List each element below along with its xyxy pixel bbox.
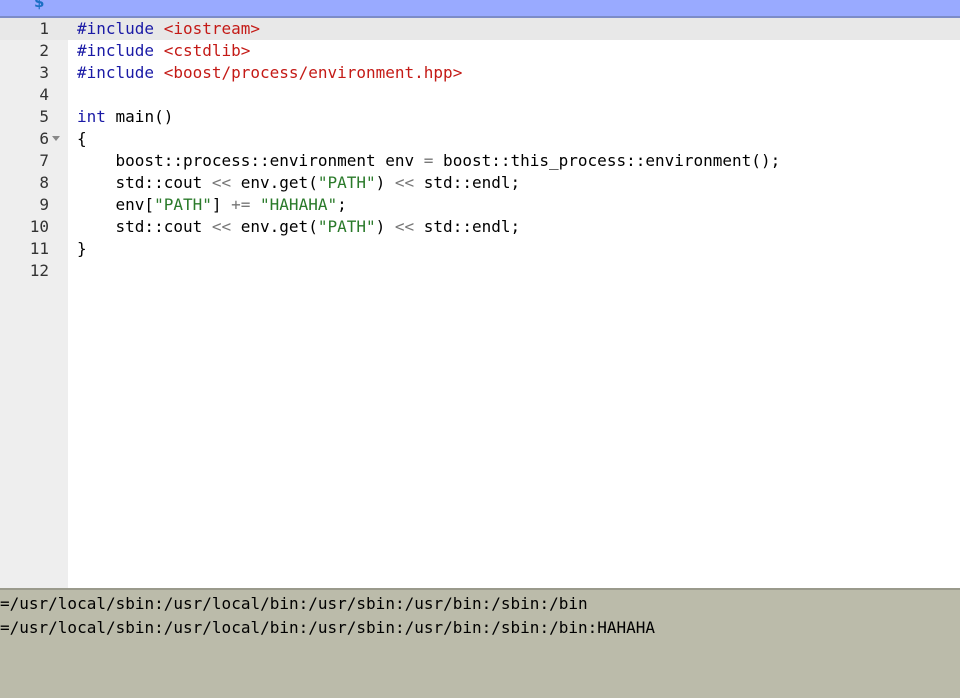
code-token: "PATH" [317,217,376,236]
code-token: = [423,151,434,170]
code-editor[interactable]: 1 #include <iostream> 2 #include <cstdlib> 3… [0,18,960,588]
code-token: boost::this_process::environment(); [433,151,781,170]
code-line[interactable]: 2 #include <cstdlib> [0,40,960,62]
line-number: 11 [29,239,49,258]
code-token: #include [77,63,164,82]
code-text: std::cout << env.get("PATH") << std::end… [77,172,521,194]
code-token: "PATH" [154,195,212,214]
code-line[interactable]: 6{ [0,128,960,150]
console-output-line: =/usr/local/sbin:/usr/local/bin:/usr/sbi… [0,618,656,637]
output-console: =/usr/local/sbin:/usr/local/bin:/usr/sbi… [0,588,960,698]
code-line[interactable]: 7 boost::process::environment env = boos… [0,150,960,172]
code-token: std::cout [77,173,212,192]
code-text: } [77,238,87,260]
code-line[interactable]: 1 #include <iostream> [0,18,960,40]
code-token: << [211,173,232,192]
code-token: #include [77,19,164,38]
code-text: { [77,128,87,150]
code-token: <cstdlib> [163,41,251,60]
code-token: boost::process::environment env [77,151,424,170]
code-token: std::endl; [414,217,521,236]
line-number: 10 [29,217,49,236]
code-text: int main() [77,106,173,128]
line-number: 5 [39,107,49,126]
code-text: #include <cstdlib> [77,40,250,62]
line-number: 9 [39,195,49,214]
code-line[interactable]: 10 std::cout << env.get("PATH") << std::… [0,216,960,238]
code-token: << [394,217,415,236]
code-line[interactable]: 11} [0,238,960,260]
code-token: ; [337,195,347,214]
code-token: main() [105,107,174,126]
code-token: "PATH" [317,173,376,192]
code-token: #include [77,41,164,60]
code-line[interactable]: 5 int main() [0,106,960,128]
code-line[interactable]: 3 #include <boost/process/environment.hpp… [0,62,960,84]
code-line[interactable]: 8 std::cout << env.get("PATH") << std::e… [0,172,960,194]
fold-arrow-icon[interactable] [52,136,60,141]
code-token: ] [211,195,232,214]
dollar-icon[interactable]: $ [34,0,44,11]
code-token: ) [375,217,395,236]
code-token: ) [375,173,395,192]
code-text: env["PATH"] += "HAHAHA"; [77,194,347,216]
code-token: <iostream> [163,19,261,38]
code-token: { [77,129,87,148]
line-number: 2 [39,41,49,60]
code-token: <boost/process/environment.hpp> [163,63,463,82]
line-number: 3 [39,63,49,82]
code-token: int [77,107,106,126]
code-token: << [211,217,232,236]
code-token: env.get( [231,217,318,236]
code-token: env.get( [231,173,318,192]
code-token: std::endl; [414,173,521,192]
line-number: 7 [39,151,49,170]
code-text: #include <iostream> [77,18,260,40]
code-line[interactable]: 9 env["PATH"] += "HAHAHA"; [0,194,960,216]
code-line[interactable]: 4 [0,84,960,106]
line-number: 4 [39,85,49,104]
code-text: #include <boost/process/environment.hpp> [77,62,462,84]
code-token: += [231,195,251,214]
code-token: } [77,239,87,258]
code-token: << [394,173,415,192]
code-token: std::cout [77,217,212,236]
code-text: boost::process::environment env = boost:… [77,150,781,172]
line-number: 8 [39,173,49,192]
line-number: 6 [39,129,49,148]
code-token: env[ [77,195,155,214]
line-number: 1 [39,19,49,38]
console-output-line: =/usr/local/sbin:/usr/local/bin:/usr/sbi… [0,594,588,613]
code-text: std::cout << env.get("PATH") << std::end… [77,216,521,238]
code-token: "HAHAHA" [260,195,338,214]
line-number: 12 [29,261,49,280]
top-toolbar: $ [0,0,960,18]
code-line[interactable]: 12 [0,260,960,282]
